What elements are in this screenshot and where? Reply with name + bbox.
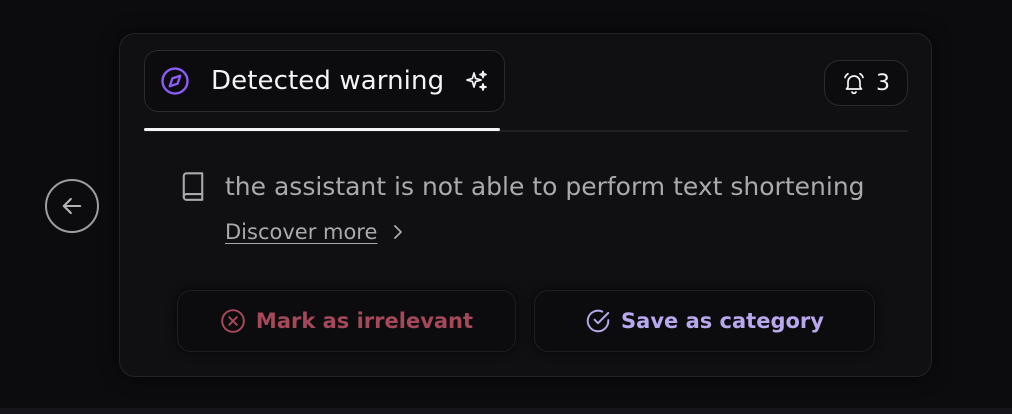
compass-icon — [159, 65, 191, 97]
mark-irrelevant-button[interactable]: Mark as irrelevant — [177, 290, 516, 352]
tab-title: Detected warning — [211, 66, 445, 96]
chevron-right-icon — [391, 222, 405, 242]
save-category-button[interactable]: Save as category — [534, 290, 875, 352]
notification-count: 3 — [876, 70, 890, 96]
back-button[interactable] — [45, 179, 99, 233]
warning-card: Detected warning 3 the assistant is not … — [119, 33, 932, 377]
save-category-label: Save as category — [621, 309, 824, 333]
mark-irrelevant-label: Mark as irrelevant — [255, 309, 474, 333]
notifications-button[interactable]: 3 — [824, 60, 908, 106]
bell-icon — [844, 72, 864, 95]
discover-more-label: Discover more — [225, 220, 378, 244]
x-circle-icon — [220, 308, 246, 334]
page: Detected warning 3 the assistant is not … — [0, 0, 1012, 414]
discover-more-link[interactable]: Discover more — [225, 220, 405, 244]
active-tab-indicator — [144, 128, 500, 131]
arrow-left-icon — [62, 197, 82, 215]
sparkle-icon — [464, 68, 490, 94]
check-circle-icon — [585, 308, 611, 334]
warning-message-row: the assistant is not able to perform tex… — [178, 170, 865, 202]
warning-message: the assistant is not able to perform tex… — [225, 171, 865, 201]
tab-detected-warning[interactable]: Detected warning — [144, 50, 506, 112]
bottom-edge — [0, 408, 1012, 414]
book-icon — [178, 170, 208, 202]
